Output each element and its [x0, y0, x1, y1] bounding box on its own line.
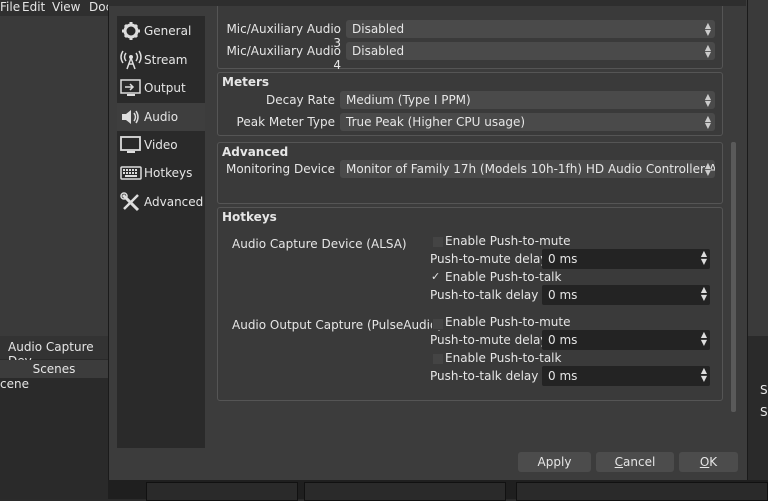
hotkeys-group: Hotkeys Audio Capture Device (ALSA) Enab… [217, 207, 723, 401]
sidebar-item-label: Video [144, 138, 178, 152]
output-icon [120, 79, 141, 96]
chevron-updown-icon: ▲ ▼ [704, 21, 711, 37]
cancel-button[interactable]: Cancel [596, 452, 674, 472]
sidebar-item-stream[interactable]: Stream [117, 46, 205, 74]
advanced-group: Advanced Monitoring Device Monitor of Fa… [217, 142, 723, 204]
scene-list-item[interactable]: cene [0, 378, 108, 392]
peak-meter-label: Peak Meter Type [236, 115, 335, 129]
push-to-mute-label[interactable]: Enable Push-to-mute [445, 234, 571, 248]
spin-arrows-icon[interactable]: ▲ ▼ [701, 331, 707, 347]
sidebar-item-video[interactable]: Video [117, 131, 205, 159]
right-edge-label: S [760, 383, 768, 397]
bottom-docks [108, 480, 768, 501]
meters-title: Meters [222, 75, 270, 89]
push-to-mute-delay-label: Push-to-mute delay [430, 333, 548, 347]
meters-group: Meters Decay Rate Medium (Type I PPM) ▲ ▼ … [217, 72, 723, 136]
decay-rate-select[interactable]: Medium (Type I PPM) ▲ ▼ [340, 91, 715, 109]
device-name: Audio Capture Device (ALSA) [232, 237, 407, 251]
settings-scrollbar[interactable] [731, 142, 736, 412]
sidebar-item-label: Stream [144, 53, 188, 67]
mic3-select[interactable]: Disabled ▲ ▼ [346, 20, 715, 38]
decay-rate-label: Decay Rate [265, 93, 335, 107]
push-to-talk-delay-spinbox[interactable]: 0 ms ▲ ▼ [542, 366, 710, 386]
sources-label: Audio Capture Dev [0, 336, 108, 368]
mic4-label: Mic/Auxiliary Audio 4 [226, 44, 341, 72]
spin-arrows-icon[interactable]: ▲ ▼ [701, 367, 707, 383]
sidebar-item-label: Advanced [144, 195, 204, 209]
push-to-talk-label[interactable]: Enable Push-to-talk [445, 270, 561, 284]
sidebar-item-general[interactable]: General [117, 17, 205, 45]
general-audio-group: Mic/Auxiliary Audio 3 Disabled ▲ ▼ Mic/Aux… [217, 6, 723, 72]
push-to-talk-label[interactable]: Enable Push-to-talk [445, 351, 561, 365]
keyboard-icon [120, 166, 142, 180]
push-to-talk-delay-label: Push-to-talk delay [430, 369, 539, 383]
push-to-mute-delay-spinbox[interactable]: 0 ms ▲ ▼ [542, 249, 710, 269]
mic4-select[interactable]: Disabled ▲ ▼ [346, 42, 715, 60]
preview-area [0, 16, 108, 336]
scenes-header: Scenes [0, 360, 108, 378]
peak-meter-select[interactable]: True Peak (Higher CPU usage) ▲ ▼ [340, 113, 715, 131]
apply-button[interactable]: Apply [518, 452, 591, 472]
sidebar-item-label: Audio [144, 110, 179, 124]
spin-arrows-icon[interactable]: ▲ ▼ [701, 286, 707, 302]
push-to-mute-checkbox[interactable] [432, 236, 444, 248]
device-name: Audio Output Capture (PulseAudio) [232, 318, 443, 332]
speaker-icon [122, 110, 139, 124]
chevron-updown-icon: ▲ ▼ [704, 43, 711, 59]
push-to-talk-delay-label: Push-to-talk delay [430, 288, 539, 302]
advanced-title: Advanced [222, 145, 289, 159]
menu-edit[interactable]: Edit [22, 0, 45, 14]
hotkeys-title: Hotkeys [222, 210, 277, 224]
chevron-updown-icon: ▲ ▼ [704, 161, 711, 177]
settings-sidebar: General Stream Output Audio Video Hotkey… [117, 16, 205, 448]
monitoring-device-label: Monitoring Device [225, 162, 335, 176]
push-to-mute-delay-label: Push-to-mute delay [430, 252, 548, 266]
sidebar-item-advanced[interactable]: Advanced [117, 188, 205, 216]
sidebar-item-output[interactable]: Output [117, 74, 205, 102]
menu-view[interactable]: View [52, 0, 80, 14]
push-to-talk-checkbox[interactable] [432, 353, 444, 365]
spin-arrows-icon[interactable]: ▲ ▼ [701, 250, 707, 266]
sidebar-item-label: Output [144, 81, 186, 95]
monitoring-device-select[interactable]: Monitor of Family 17h (Models 10h-1fh) H… [340, 160, 715, 178]
chevron-updown-icon: ▲ ▼ [704, 92, 711, 108]
ok-button[interactable]: OK [679, 452, 738, 472]
right-edge-label: S [760, 405, 768, 419]
sidebar-item-hotkeys[interactable]: Hotkeys [117, 159, 205, 187]
chevron-updown-icon: ▲ ▼ [704, 114, 711, 130]
push-to-talk-delay-spinbox[interactable]: 0 ms ▲ ▼ [542, 285, 710, 305]
push-to-talk-checkbox[interactable]: ✓ [431, 271, 441, 282]
sidebar-item-label: Hotkeys [144, 166, 193, 180]
menu-file[interactable]: File [0, 0, 20, 14]
gear-icon [122, 22, 140, 40]
push-to-mute-label[interactable]: Enable Push-to-mute [445, 315, 571, 329]
antenna-icon [120, 50, 142, 70]
monitor-icon [120, 136, 141, 153]
push-to-mute-checkbox[interactable] [432, 318, 444, 330]
tools-icon [120, 192, 140, 212]
sidebar-item-audio[interactable]: Audio [117, 103, 205, 131]
push-to-mute-delay-spinbox[interactable]: 0 ms ▲ ▼ [542, 330, 710, 350]
sidebar-item-label: General [144, 24, 192, 38]
